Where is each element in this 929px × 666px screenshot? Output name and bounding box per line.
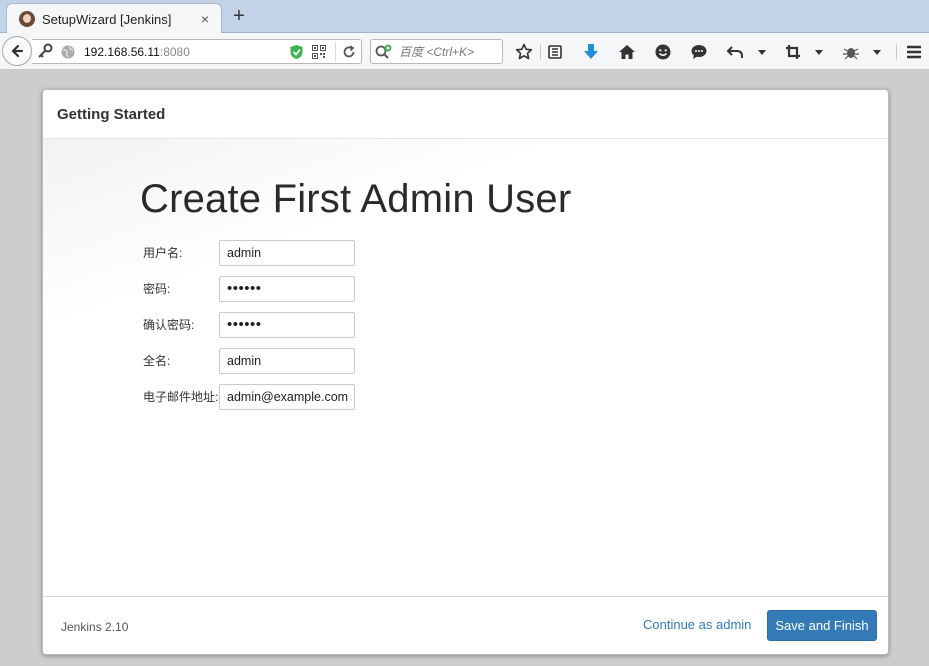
wizard-header: Getting Started [43,90,888,139]
jenkins-icon [19,11,35,27]
back-arrow-icon [11,44,24,58]
wizard-header-title: Getting Started [57,106,166,123]
search-bar[interactable]: 百度 <Ctrl+K> [370,39,503,64]
back-button[interactable] [2,36,32,66]
undo-dropdown-icon[interactable] [756,42,768,62]
email-field[interactable]: admin@example.com [219,384,355,410]
star-icon[interactable] [514,42,534,62]
url-bar[interactable]: 192.168.56.11:8080 [32,39,362,64]
password-field[interactable]: •••••• [219,276,355,302]
crop-dropdown-icon[interactable] [813,42,825,62]
page-title: Create First Admin User [140,177,572,221]
reading-list-icon[interactable] [545,42,565,62]
password-label: 密码: [143,282,171,296]
continue-as-admin-link[interactable]: Continue as admin [643,617,751,632]
wizard-body: Create First Admin User 用户名: admin 密码: •… [43,139,888,597]
full-name-field[interactable]: admin [219,348,355,374]
key-icon[interactable] [35,42,55,62]
navigation-bar: 192.168.56.11:8080 百度 <Ctrl+K> [0,33,929,70]
search-engine-icon [375,44,392,59]
emoji-icon[interactable] [653,42,673,62]
new-tab-button[interactable]: + [230,5,248,27]
addon-dropdown-icon[interactable] [871,42,883,62]
shield-icon[interactable] [286,42,306,62]
tab-title: SetupWizard [Jenkins] [42,11,172,27]
search-placeholder: 百度 <Ctrl+K> [399,45,475,59]
username-label: 用户名: [143,246,183,260]
close-tab-button[interactable]: × [197,11,213,27]
confirm-password-label: 确认密码: [143,318,195,332]
reload-icon[interactable] [335,41,361,62]
separator [540,44,541,60]
setup-wizard-dialog: Getting Started Create First Admin User … [42,89,889,655]
tab-strip: SetupWizard [Jenkins] × + [0,0,929,34]
save-and-finish-button[interactable]: Save and Finish [767,610,877,641]
chat-icon[interactable] [689,42,709,62]
full-name-label: 全名: [143,354,171,368]
url-text[interactable]: 192.168.56.11:8080 [84,45,283,59]
email-label: 电子邮件地址: [143,390,219,404]
qr-code-icon[interactable] [309,42,329,62]
wizard-footer: Jenkins 2.10 Continue as admin Save and … [43,596,888,654]
globe-icon[interactable] [58,42,78,62]
separator [896,44,897,60]
undo-icon[interactable] [725,42,745,62]
home-icon[interactable] [617,42,637,62]
browser-tab[interactable]: SetupWizard [Jenkins] × [6,3,222,34]
bug-icon[interactable] [841,42,861,62]
username-field[interactable]: admin [219,240,355,266]
menu-icon[interactable] [904,42,924,62]
download-icon[interactable] [581,42,601,62]
crop-icon[interactable] [783,42,803,62]
version-label: Jenkins 2.10 [61,620,129,634]
confirm-password-field[interactable]: •••••• [219,312,355,338]
